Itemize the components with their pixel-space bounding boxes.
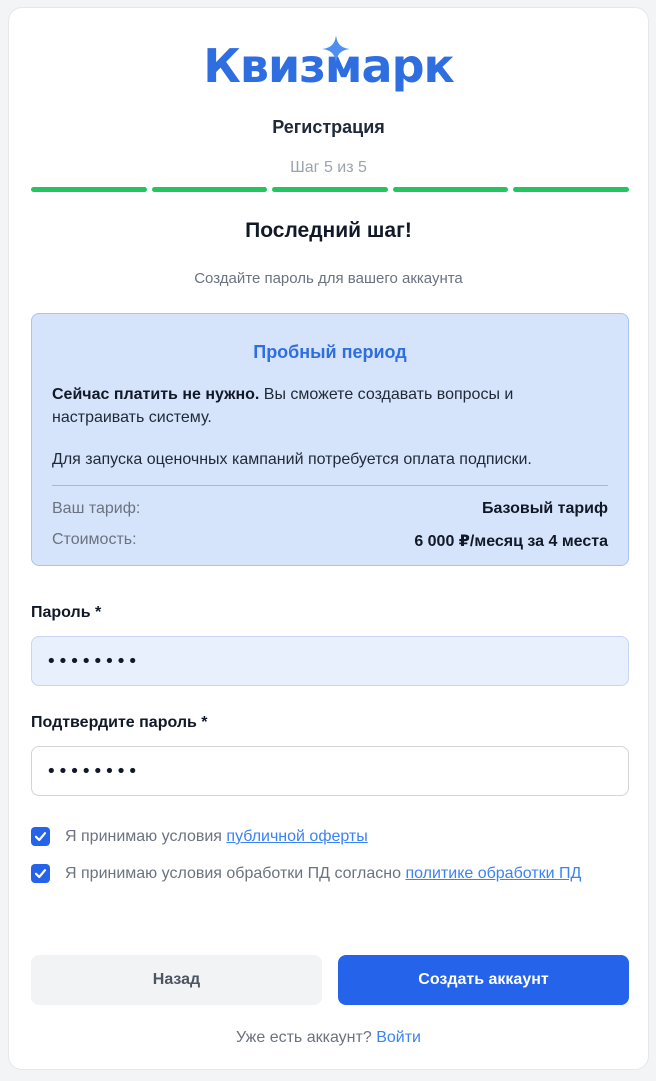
pd-policy-link[interactable]: политике обработки ПД [405, 865, 581, 882]
back-button[interactable]: Назад [31, 955, 322, 1005]
checkmark-icon [34, 832, 47, 842]
sparkle-icon [322, 35, 350, 63]
offer-consent-row: Я принимаю условия публичной оферты [31, 826, 629, 847]
price-value: 6 000 ₽/месяц за 4 места [414, 533, 608, 550]
checkmark-icon [34, 869, 47, 879]
password-label: Пароль * [31, 604, 102, 621]
trial-description: Сейчас платить не нужно. Вы сможете созд… [52, 383, 608, 429]
confirm-password-label: Подтвердите пароль * [31, 714, 208, 731]
have-account-text: Уже есть аккаунт? [236, 1029, 372, 1046]
public-offer-link[interactable]: публичной оферты [226, 828, 367, 845]
price-label: Стоимость: [52, 531, 137, 548]
progress-step-1 [31, 187, 147, 192]
offer-consent-text: Я принимаю условия публичной оферты [65, 826, 368, 847]
pd-consent-row: Я принимаю условия обработки ПД согласно… [31, 863, 629, 884]
step-progress-bar [31, 187, 629, 192]
pd-consent-checkbox[interactable] [31, 864, 50, 883]
trial-divider [52, 485, 608, 486]
create-account-button[interactable]: Создать аккаунт [338, 955, 629, 1005]
trial-title: Пробный период [253, 342, 407, 362]
login-prompt: Уже есть аккаунт? Войти [9, 1029, 648, 1047]
login-link[interactable]: Войти [376, 1029, 421, 1046]
offer-consent-label: Я принимаю условия [65, 828, 227, 845]
confirm-password-input[interactable] [31, 746, 629, 796]
progress-step-2 [151, 187, 268, 192]
page-title: Регистрация [272, 117, 385, 137]
offer-consent-checkbox[interactable] [31, 827, 50, 846]
step-subtitle: Создайте пароль для вашего аккаунта [194, 270, 463, 287]
password-input[interactable] [31, 636, 629, 686]
trial-subscription-note: Для запуска оценочных кампаний потребует… [52, 451, 532, 468]
brand-logo: Квизмарк [9, 34, 648, 98]
trial-description-bold: Сейчас платить не нужно. [52, 386, 260, 403]
progress-step-3 [272, 187, 388, 192]
trial-info-box: Пробный период Сейчас платить не нужно. … [31, 313, 629, 566]
progress-step-5 [513, 187, 629, 192]
progress-step-4 [392, 187, 509, 192]
step-indicator: Шаг 5 из 5 [290, 159, 367, 176]
plan-label: Ваш тариф: [52, 500, 141, 517]
plan-row: Ваш тариф: Базовый тариф [52, 500, 608, 518]
registration-card: Квизмарк Регистрация Шаг 5 из 5 Последни… [8, 7, 649, 1070]
plan-value: Базовый тариф [481, 500, 608, 517]
pd-consent-text: Я принимаю условия обработки ПД согласно… [65, 863, 581, 884]
price-row: Стоимость: 6 000 ₽/месяц за 4 места [52, 531, 608, 551]
pd-consent-label: Я принимаю условия обработки ПД согласно [65, 865, 406, 882]
step-title: Последний шаг! [245, 219, 412, 242]
